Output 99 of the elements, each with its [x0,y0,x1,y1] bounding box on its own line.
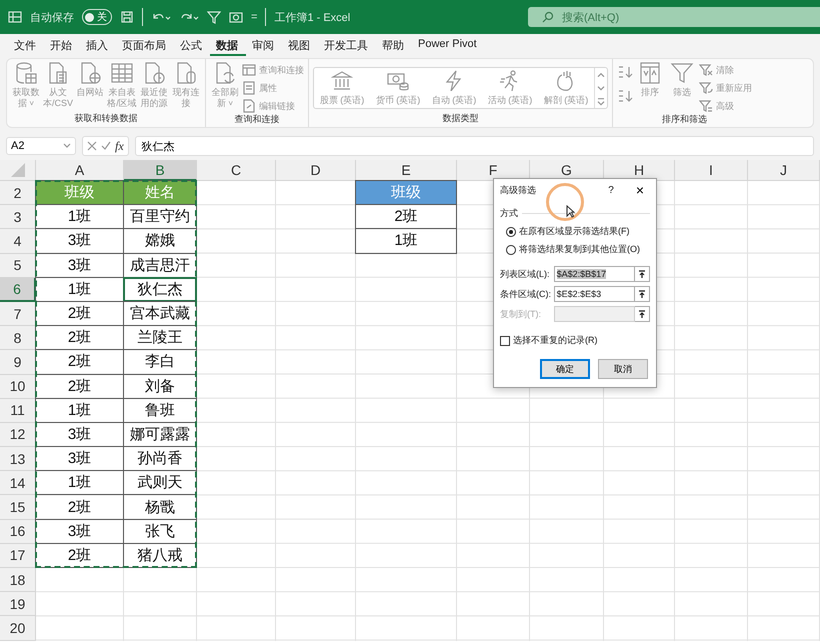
collapse-dialog-button[interactable] [635,266,650,282]
range-field[interactable]: $A$2:$B$17 [554,266,636,282]
autosave-label: 自动保存 [30,10,74,24]
column-header[interactable]: J [748,160,820,181]
advanced-filter-icon [699,99,713,113]
search-icon [542,11,554,23]
cancel-icon[interactable] [87,141,97,151]
row-header[interactable]: 6 [0,278,36,302]
reapply-filter-icon [699,81,713,95]
row-header[interactable]: 11 [0,398,36,423]
table-icon [110,61,134,85]
dialog-title: 高级筛选 [500,184,537,196]
customize-toolbar-button[interactable]: = [251,11,258,23]
name-box[interactable]: A2 [6,137,76,155]
table-cell: 狄仁杰 [123,276,197,302]
checkbox-option[interactable]: 选择不重复的记录(R) [500,334,650,347]
formula-input[interactable]: 狄仁杰 [134,136,814,156]
ribbon-tab[interactable]: 开发工具 [318,34,376,56]
row-header[interactable]: 8 [0,326,36,350]
table-cell: 1班 [355,228,457,254]
ribbon-tab[interactable]: 插入 [80,34,116,56]
ribbon-group-title: 查询和连接 [234,113,280,126]
dialog-button[interactable]: 确定 [540,359,590,379]
clear-filter-icon [699,63,713,77]
sort-descending-icon[interactable] [617,89,633,103]
column-header[interactable]: F [457,160,530,181]
radio-option[interactable]: 将筛选结果复制到其他位置(O) [506,243,650,256]
row-header[interactable]: 15 [0,495,36,520]
table-header-cell: 姓名 [123,180,197,206]
row-header[interactable]: 19 [0,592,36,616]
database-icon [14,61,38,85]
table-icon [242,63,256,77]
ribbon-tab[interactable]: 页面布局 [116,34,174,56]
row-header[interactable]: 5 [0,254,36,278]
column-header[interactable]: E [356,160,457,181]
row-header[interactable]: 16 [0,520,36,544]
sort-table-icon [638,61,662,85]
row-header[interactable]: 10 [0,374,36,399]
filter-icon[interactable] [207,10,221,24]
row-header[interactable]: 9 [0,350,36,374]
range-field[interactable] [554,306,636,322]
row-header[interactable]: 7 [0,302,36,326]
upload-arrow-icon [638,290,646,298]
column-header[interactable]: B [124,160,197,181]
row-header[interactable]: 20 [0,616,36,641]
collapse-dialog-button[interactable] [635,286,650,302]
ribbon-tab[interactable]: 文件 [8,34,44,56]
column-header[interactable]: C [197,160,276,181]
dialog-button[interactable]: 取消 [598,359,648,379]
column-header[interactable]: D [276,160,356,181]
ribbon-tab[interactable]: 审阅 [246,34,282,56]
ribbon-tab[interactable]: Power Pivot [412,34,485,56]
row-header[interactable]: 18 [0,568,36,592]
radio-button[interactable] [506,244,516,254]
upload-arrow-icon [638,270,646,278]
sort-ascending-icon[interactable] [617,65,633,79]
list-icon [242,81,256,95]
insert-function-button[interactable]: fx [115,138,124,154]
radio-option[interactable]: 在原有区域显示筛选结果(F) [506,225,650,238]
column-header[interactable]: A [36,160,124,181]
funnel-icon [670,61,694,85]
table-cell: 2班 [355,204,457,230]
bank-icon [330,69,354,91]
radio-button[interactable] [506,226,516,236]
row-header[interactable]: 3 [0,205,36,230]
collapse-dialog-button[interactable] [635,306,650,322]
table-header-cell: 班级 [355,180,457,206]
ribbon-group-title: 数据类型 [442,112,480,125]
window-title: 工作簿1 - Excel [274,10,350,24]
link-document-icon [242,99,256,113]
save-icon[interactable] [120,10,134,24]
camera-icon[interactable] [229,10,243,24]
dropdown-icon [63,142,71,150]
enter-icon[interactable] [101,141,111,151]
ribbon-group-title: 获取和转换数据 [74,112,138,125]
field-label: 列表区域(L): [500,268,550,280]
row-header[interactable]: 14 [0,471,36,496]
section-label: 方式 [500,207,518,220]
checkbox[interactable] [500,336,510,346]
ribbon-group-title: 排序和筛选 [661,113,708,126]
field-label: 复制到(T): [500,308,542,320]
ribbon-tab[interactable]: 帮助 [376,34,412,56]
autosave-toggle[interactable]: 关 [82,9,112,25]
excel-logo-icon [8,10,22,24]
column-header[interactable]: I [675,160,748,181]
ribbon-tab[interactable]: 开始 [44,34,80,56]
row-header[interactable]: 13 [0,447,36,472]
help-button[interactable]: ? [608,184,614,196]
range-field[interactable]: $E$2:$E$3 [554,286,636,302]
ribbon-tab[interactable]: 视图 [282,34,318,56]
mouse-pointer-icon [566,205,575,218]
row-header[interactable]: 4 [0,229,36,254]
upload-arrow-icon [638,310,646,318]
row-header[interactable]: 17 [0,544,36,568]
close-button[interactable]: × [636,182,644,198]
ribbon-tab[interactable]: 公式 [174,34,210,56]
row-header[interactable]: 2 [0,181,36,206]
field-label: 条件区域(C): [500,288,552,300]
row-header[interactable]: 12 [0,422,36,448]
